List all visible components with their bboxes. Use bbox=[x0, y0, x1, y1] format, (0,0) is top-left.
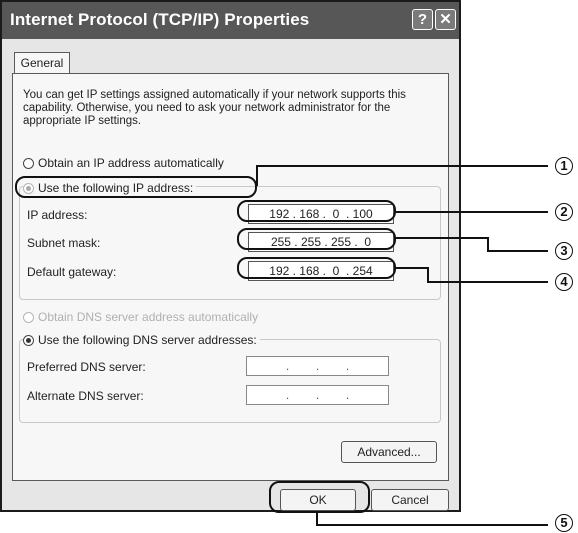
callout-number-5: 5 bbox=[555, 514, 573, 532]
callout-number-3: 3 bbox=[555, 242, 573, 260]
callout-number-2: 2 bbox=[555, 203, 573, 221]
callout-number-4: 4 bbox=[555, 273, 573, 291]
callout-number-1: 1 bbox=[555, 157, 573, 175]
callout-leader-lines bbox=[256, 165, 548, 526]
